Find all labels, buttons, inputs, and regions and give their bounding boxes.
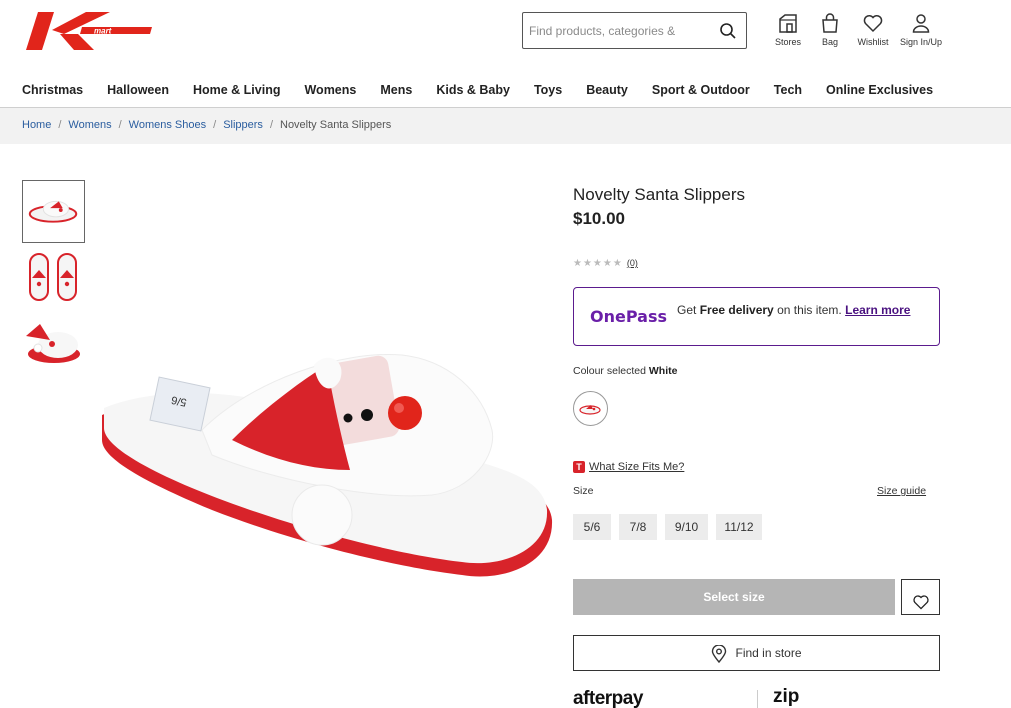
store-icon xyxy=(779,14,797,33)
select-size-button[interactable]: Select size xyxy=(573,579,895,615)
breadcrumb-separator: / xyxy=(269,119,273,131)
breadcrumb-separator: / xyxy=(213,119,217,131)
heart-icon xyxy=(863,15,883,33)
breadcrumb-home[interactable]: Home xyxy=(22,119,51,131)
size-label: Size xyxy=(573,485,594,497)
payment-divider xyxy=(757,690,758,708)
nav-beauty[interactable]: Beauty xyxy=(586,83,628,99)
slipper-thumbnail-image xyxy=(28,200,78,223)
breadcrumb: Home / Womens / Womens Shoes / Slippers / Novelt… xyxy=(0,108,1011,144)
product-thumbnail-2[interactable] xyxy=(22,246,85,309)
search-icon[interactable] xyxy=(719,22,737,40)
nav-toys[interactable]: Toys xyxy=(534,83,562,99)
kmart-logo-icon: mart xyxy=(26,12,152,50)
slipper-side-thumbnail-image xyxy=(26,324,80,363)
size-options: 5/6 7/8 9/10 11/12 xyxy=(573,514,770,540)
find-in-store-button[interactable]: Find in store xyxy=(573,635,940,671)
nav-halloween[interactable]: Halloween xyxy=(107,83,169,99)
nav-kids-baby[interactable]: Kids & Baby xyxy=(436,83,510,99)
size-fit-badge-icon: T xyxy=(573,461,585,474)
white-slipper-swatch-image xyxy=(579,405,601,415)
nav-home-living[interactable]: Home & Living xyxy=(193,83,281,99)
colour-value: White xyxy=(648,365,678,377)
size-option-9-10[interactable]: 9/10 xyxy=(665,514,708,540)
breadcrumb-separator: / xyxy=(118,119,122,131)
size-option-5-6[interactable]: 5/6 xyxy=(573,514,611,540)
product-rating[interactable]: ★★★★★ (0) xyxy=(573,258,638,269)
wishlist-link[interactable]: Wishlist xyxy=(847,12,899,47)
onepass-learn-more-link[interactable]: Learn more xyxy=(845,303,910,317)
size-option-11-12[interactable]: 11/12 xyxy=(716,514,762,540)
nav-womens[interactable]: Womens xyxy=(304,83,356,99)
product-price: $10.00 xyxy=(573,209,625,228)
breadcrumb-womens-shoes[interactable]: Womens Shoes xyxy=(129,119,206,131)
nav-christmas[interactable]: Christmas xyxy=(22,83,83,99)
onepass-banner: OnePass Get Free delivery on this item. … xyxy=(573,287,940,346)
location-pin-icon xyxy=(712,644,727,663)
size-fit-helper[interactable]: T What Size Fits Me? xyxy=(573,461,684,474)
afterpay-logo: afterpay xyxy=(573,688,643,708)
onepass-message: Get Free delivery on this item. Learn mo… xyxy=(677,303,911,317)
size-option-7-8[interactable]: 7/8 xyxy=(619,514,657,540)
wishlist-label: Wishlist xyxy=(857,37,889,47)
add-to-wishlist-button[interactable] xyxy=(901,579,940,615)
product-main-image[interactable]: 5/6 xyxy=(102,320,554,588)
zip-logo: zip xyxy=(773,686,800,707)
heart-icon xyxy=(912,594,929,609)
nav-tech[interactable]: Tech xyxy=(774,83,802,99)
find-in-store-label: Find in store xyxy=(735,646,802,660)
sign-in-label: Sign In/Up xyxy=(899,37,943,47)
nav-mens[interactable]: Mens xyxy=(380,83,412,99)
sign-in-link[interactable]: Sign In/Up xyxy=(895,12,947,47)
review-count-link[interactable]: (0) xyxy=(627,258,638,268)
nav-online-exclusives[interactable]: Online Exclusives xyxy=(826,83,933,99)
product-title: Novelty Santa Slippers xyxy=(573,185,745,204)
onepass-logo: OnePass xyxy=(590,307,667,326)
search-input[interactable] xyxy=(523,13,703,48)
nav-sport-outdoor[interactable]: Sport & Outdoor xyxy=(652,83,750,99)
free-delivery-text: Free delivery xyxy=(699,303,774,317)
search-box xyxy=(522,12,747,49)
main-nav: Christmas Halloween Home & Living Womens… xyxy=(22,83,957,99)
breadcrumb-womens[interactable]: Womens xyxy=(68,119,111,131)
breadcrumb-current: Novelty Santa Slippers xyxy=(280,119,392,131)
what-size-fits-me-link[interactable]: What Size Fits Me? xyxy=(589,461,684,473)
slipper-pair-thumbnail-image xyxy=(29,253,77,301)
rating-stars: ★★★★★ xyxy=(573,258,623,269)
size-guide-link[interactable]: Size guide xyxy=(877,485,926,497)
svg-text:mart: mart xyxy=(94,27,112,36)
bag-icon xyxy=(822,13,838,33)
product-thumbnail-3[interactable] xyxy=(22,312,85,375)
user-icon xyxy=(912,14,930,33)
breadcrumb-slippers[interactable]: Slippers xyxy=(223,119,263,131)
santa-slipper-image: 5/6 xyxy=(102,353,553,577)
colour-selected-label: Colour selected White xyxy=(573,365,678,377)
product-thumbnail-1[interactable] xyxy=(22,180,85,243)
breadcrumb-separator: / xyxy=(58,119,62,131)
colour-swatch-white[interactable] xyxy=(573,391,608,426)
site-header: mart Stores Bag Wishlist xyxy=(0,0,1011,108)
kmart-logo[interactable]: mart xyxy=(24,10,152,52)
